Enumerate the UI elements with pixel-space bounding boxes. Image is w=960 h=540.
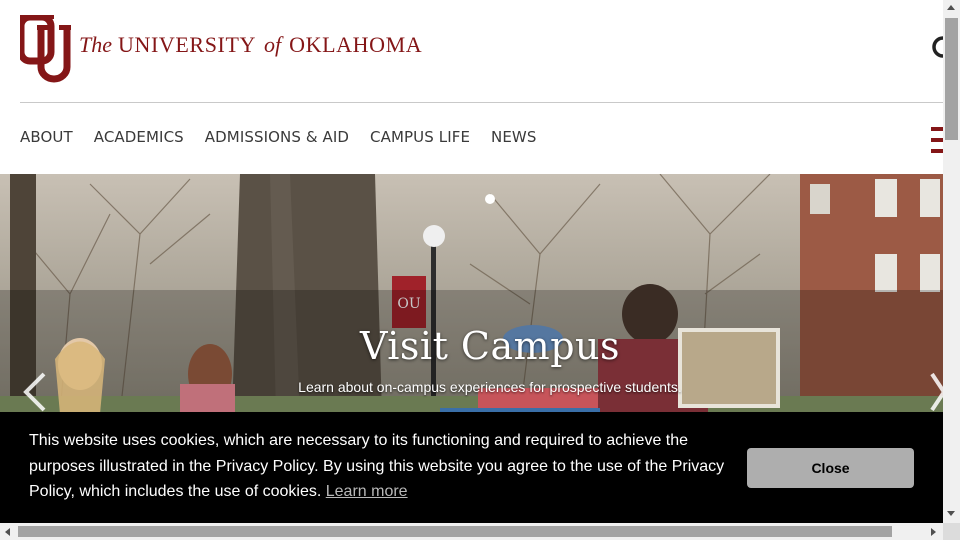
- nav-item-news[interactable]: NEWS: [491, 128, 536, 146]
- cookie-close-button[interactable]: Close: [747, 448, 914, 488]
- hamburger-menu-icon: [931, 127, 943, 131]
- header-divider: [20, 102, 943, 103]
- wordmark-of: of: [264, 32, 282, 57]
- search-button[interactable]: [930, 34, 943, 60]
- carousel-prev-button[interactable]: [20, 372, 50, 412]
- page: OU The UNIVERSITY of OKLAHOMA ABOUT ACAD…: [0, 0, 943, 540]
- hamburger-bar: [931, 138, 943, 142]
- nav-item-about[interactable]: ABOUT: [20, 128, 73, 146]
- wordmark-university: UNIVERSITY: [118, 32, 256, 57]
- nav-item-campus-life[interactable]: CAMPUS LIFE: [370, 128, 470, 146]
- hero-subtitle: Learn about on-campus experiences for pr…: [298, 379, 682, 395]
- nav-item-academics[interactable]: ACADEMICS: [94, 128, 184, 146]
- scroll-up-arrow-icon[interactable]: [947, 5, 955, 10]
- scroll-down-arrow-icon[interactable]: [947, 511, 955, 516]
- hamburger-bar: [931, 149, 943, 153]
- carousel-next-button[interactable]: [930, 372, 943, 412]
- hero-photo: OU: [0, 174, 943, 414]
- vertical-scrollbar-thumb[interactable]: [945, 18, 958, 140]
- ou-logo[interactable]: OU: [17, 13, 72, 83]
- main-nav: ABOUT ACADEMICS ADMISSIONS & AID CAMPUS …: [20, 128, 557, 146]
- chevron-left-icon: [23, 372, 46, 412]
- hero-carousel: OU: [0, 174, 943, 414]
- cookie-message: This website uses cookies, which are nec…: [29, 428, 734, 505]
- wordmark-oklahoma: OKLAHOMA: [289, 32, 423, 57]
- nav-item-admissions-aid[interactable]: ADMISSIONS & AID: [205, 128, 349, 146]
- carousel-indicator[interactable]: [485, 194, 495, 204]
- scroll-right-arrow-icon[interactable]: [931, 528, 936, 536]
- search-icon: [932, 36, 943, 58]
- wordmark-the: The: [79, 32, 112, 57]
- menu-button[interactable]: [931, 127, 943, 153]
- scrollbar-corner: [943, 523, 960, 540]
- scroll-left-arrow-icon[interactable]: [5, 528, 10, 536]
- cookie-banner: This website uses cookies, which are nec…: [0, 412, 943, 524]
- university-wordmark[interactable]: The UNIVERSITY of OKLAHOMA: [79, 32, 422, 62]
- ou-logo-mark: [17, 13, 71, 83]
- chevron-right-icon: [930, 372, 943, 412]
- horizontal-scrollbar-thumb[interactable]: [18, 526, 892, 537]
- learn-more-link[interactable]: Learn more: [326, 483, 408, 500]
- hero-title: Visit Campus: [360, 324, 620, 368]
